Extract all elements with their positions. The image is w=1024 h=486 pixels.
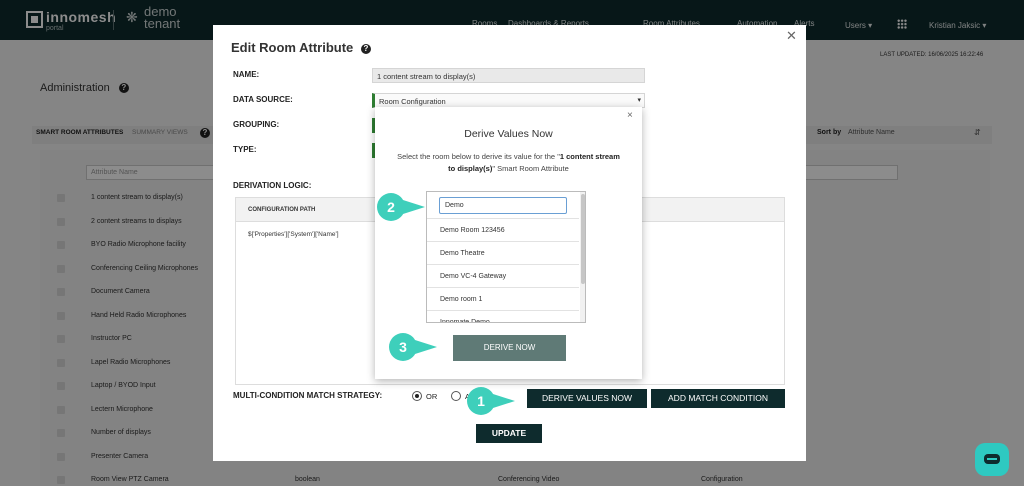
- dialog-description: Select the room below to derive its valu…: [395, 151, 622, 175]
- callout-arrow-icon: [415, 340, 437, 354]
- name-label: NAME:: [233, 70, 260, 79]
- grouping-label: GROUPING:: [233, 120, 280, 129]
- derive-now-button[interactable]: DERIVE NOW: [453, 335, 566, 361]
- data-source-value: Room Configuration: [379, 97, 446, 106]
- derive-values-now-button[interactable]: DERIVE VALUES NOW: [527, 389, 647, 408]
- configuration-path-header: CONFIGURATION PATH: [248, 207, 316, 213]
- match-and-radio[interactable]: [451, 391, 461, 401]
- callout-2: 2: [377, 193, 405, 221]
- dialog-close-icon[interactable]: ×: [627, 110, 633, 121]
- room-select-list: Demo Demo Room 123456 Demo Theatre Demo …: [426, 191, 586, 323]
- type-label: TYPE:: [233, 145, 257, 154]
- callout-1: 1: [467, 387, 495, 415]
- room-search-input[interactable]: Demo: [439, 197, 567, 214]
- room-option[interactable]: Demo VC-4 Gateway: [427, 264, 579, 287]
- chat-button[interactable]: [975, 443, 1009, 476]
- callout-3: 3: [389, 333, 417, 361]
- modal-title-text: Edit Room Attribute: [231, 40, 354, 55]
- room-list-scrollbar[interactable]: [580, 192, 585, 322]
- add-match-condition-button[interactable]: ADD MATCH CONDITION: [651, 389, 785, 408]
- callout-arrow-icon: [403, 200, 425, 214]
- chat-icon: [984, 454, 1000, 464]
- callout-arrow-icon: [493, 394, 515, 408]
- match-strategy-label: MULTI-CONDITION MATCH STRATEGY:: [233, 391, 383, 400]
- modal-help-icon[interactable]: ?: [360, 43, 371, 54]
- desc-pre: Select the room below to derive its valu…: [397, 152, 560, 161]
- match-or-radio[interactable]: [412, 391, 422, 401]
- modal-title: Edit Room Attribute ?: [231, 40, 371, 55]
- derive-values-dialog: × Derive Values Now Select the room belo…: [375, 107, 642, 379]
- room-option[interactable]: Demo room 1: [427, 287, 579, 310]
- update-button[interactable]: UPDATE: [476, 424, 542, 443]
- room-option[interactable]: Demo Room 123456: [427, 218, 579, 241]
- data-source-label: DATA SOURCE:: [233, 95, 293, 104]
- room-option[interactable]: Innomate Demo: [427, 310, 579, 322]
- dialog-title: Derive Values Now: [464, 128, 553, 140]
- close-icon[interactable]: ✕: [786, 28, 797, 44]
- room-option[interactable]: Demo Theatre: [427, 241, 579, 264]
- match-or-label: OR: [426, 392, 438, 401]
- configuration-path-value[interactable]: $['Properties']['System']['Name']: [248, 231, 339, 238]
- derivation-logic-label: DERIVATION LOGIC:: [233, 181, 312, 190]
- desc-post: " Smart Room Attribute: [492, 164, 569, 173]
- name-field[interactable]: 1 content stream to display(s): [372, 68, 645, 83]
- data-source-select[interactable]: Room Configuration ▾: [372, 93, 645, 108]
- chevron-down-icon: ▾: [637, 97, 641, 104]
